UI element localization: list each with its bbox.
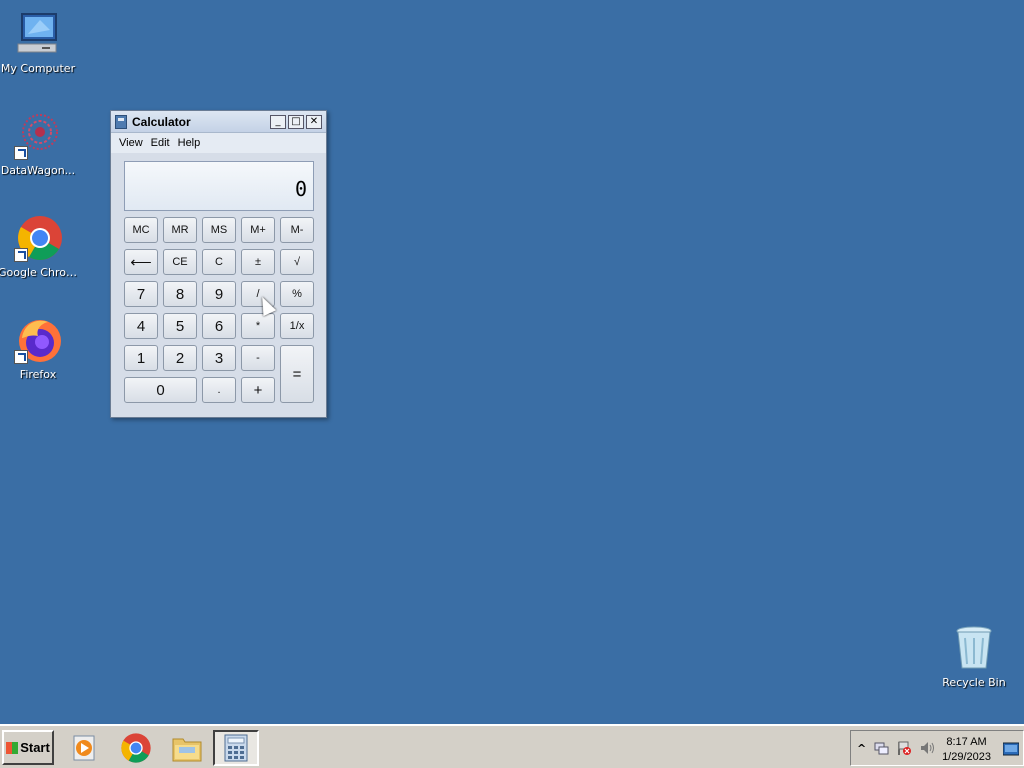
reciprocal-button[interactable]: 1/x [280, 313, 314, 339]
plus-minus-button[interactable]: ± [241, 249, 275, 275]
memory-subtract-button[interactable]: M- [280, 217, 314, 243]
add-button[interactable]: + [241, 377, 275, 403]
menu-bar: View Edit Help [111, 133, 326, 153]
desktop-icon-my-computer[interactable]: My Computer [0, 10, 78, 75]
menu-view[interactable]: View [115, 137, 147, 149]
menu-help[interactable]: Help [174, 137, 205, 149]
digit-7-button[interactable]: 7 [124, 281, 158, 307]
firefox-icon [14, 316, 62, 364]
recycle-bin-icon [950, 624, 998, 672]
clear-button[interactable]: C [202, 249, 236, 275]
memory-add-button[interactable]: M+ [241, 217, 275, 243]
backspace-button[interactable]: ⟵ [124, 249, 158, 275]
shortcut-arrow-icon [14, 146, 28, 160]
digit-0-button[interactable]: 0 [124, 377, 197, 403]
clock-date: 1/29/2023 [942, 751, 991, 763]
action-center-flag-icon[interactable] [896, 740, 912, 756]
datawagon-icon [14, 112, 62, 160]
title-bar[interactable]: Calculator _ □ ✕ [111, 111, 326, 133]
volume-icon[interactable] [919, 740, 935, 756]
multiply-button[interactable]: * [241, 313, 275, 339]
digit-6-button[interactable]: 6 [202, 313, 236, 339]
shortcut-arrow-icon [14, 350, 28, 364]
media-player-icon [73, 735, 95, 761]
desktop-icon-label: DataWagon... [0, 164, 76, 177]
calculator-icon [224, 734, 248, 762]
display-value: 0 [294, 177, 307, 201]
taskbar-file-explorer[interactable] [164, 730, 210, 766]
digit-5-button[interactable]: 5 [163, 313, 197, 339]
desktop-icon-datawagon[interactable]: DataWagon... [0, 112, 78, 177]
my-computer-icon [14, 10, 62, 58]
digit-3-button[interactable]: 3 [202, 345, 236, 371]
digit-8-button[interactable]: 8 [163, 281, 197, 307]
shortcut-arrow-icon [14, 248, 28, 262]
desktop-icon-label: Recycle Bin [942, 676, 1006, 689]
desktop-icon-recycle-bin[interactable]: Recycle Bin [934, 624, 1014, 689]
chrome-icon [14, 214, 62, 262]
desktop-icon-google-chrome[interactable]: Google Chrome [0, 214, 78, 279]
desktop-icon-firefox[interactable]: Firefox [0, 316, 78, 381]
taskbar-chrome[interactable] [113, 730, 159, 766]
window-title: Calculator [132, 114, 191, 129]
digit-9-button[interactable]: 9 [202, 281, 236, 307]
minimize-button[interactable]: _ [270, 114, 286, 129]
taskbar: Start ^ 8:17 AM 1/29/2023 [0, 724, 1024, 768]
digit-1-button[interactable]: 1 [124, 345, 158, 371]
calculator-app-icon [115, 114, 127, 129]
clear-entry-button[interactable]: CE [163, 249, 197, 275]
clock[interactable]: 8:17 AM 1/29/2023 [942, 735, 991, 765]
calculator-window: Calculator _ □ ✕ View Edit Help 0 MC MR … [110, 110, 327, 418]
subtract-button[interactable]: - [241, 345, 275, 371]
system-tray: ^ 8:17 AM 1/29/2023 [850, 730, 1024, 766]
digit-4-button[interactable]: 4 [124, 313, 158, 339]
windows-flag-icon [6, 741, 19, 754]
taskbar-calculator[interactable] [213, 730, 259, 766]
equals-button[interactable]: = [280, 345, 314, 403]
memory-clear-button[interactable]: MC [124, 217, 158, 243]
clock-time: 8:17 AM [946, 736, 987, 748]
percent-button[interactable]: % [280, 281, 314, 307]
network-icon[interactable] [873, 740, 889, 756]
chrome-icon [121, 733, 151, 763]
decimal-button[interactable]: . [202, 377, 236, 403]
folder-icon [172, 738, 202, 762]
desktop-icon-label: Firefox [19, 368, 57, 381]
square-root-button[interactable]: √ [280, 249, 314, 275]
start-button[interactable]: Start [2, 730, 54, 765]
menu-edit[interactable]: Edit [147, 137, 174, 149]
maximize-button[interactable]: □ [288, 114, 304, 129]
digit-2-button[interactable]: 2 [163, 345, 197, 371]
calculator-display: 0 [124, 161, 314, 211]
desktop-icon-label: My Computer [0, 62, 76, 75]
close-button[interactable]: ✕ [306, 114, 322, 129]
taskbar-media-player[interactable] [62, 730, 108, 766]
desktop-icon-label: Google Chrome [0, 266, 78, 279]
show-desktop-icon[interactable] [1003, 742, 1019, 756]
memory-recall-button[interactable]: MR [163, 217, 197, 243]
start-label: Start [20, 740, 50, 755]
memory-store-button[interactable]: MS [202, 217, 236, 243]
tray-expand-button[interactable]: ^ [857, 742, 866, 755]
